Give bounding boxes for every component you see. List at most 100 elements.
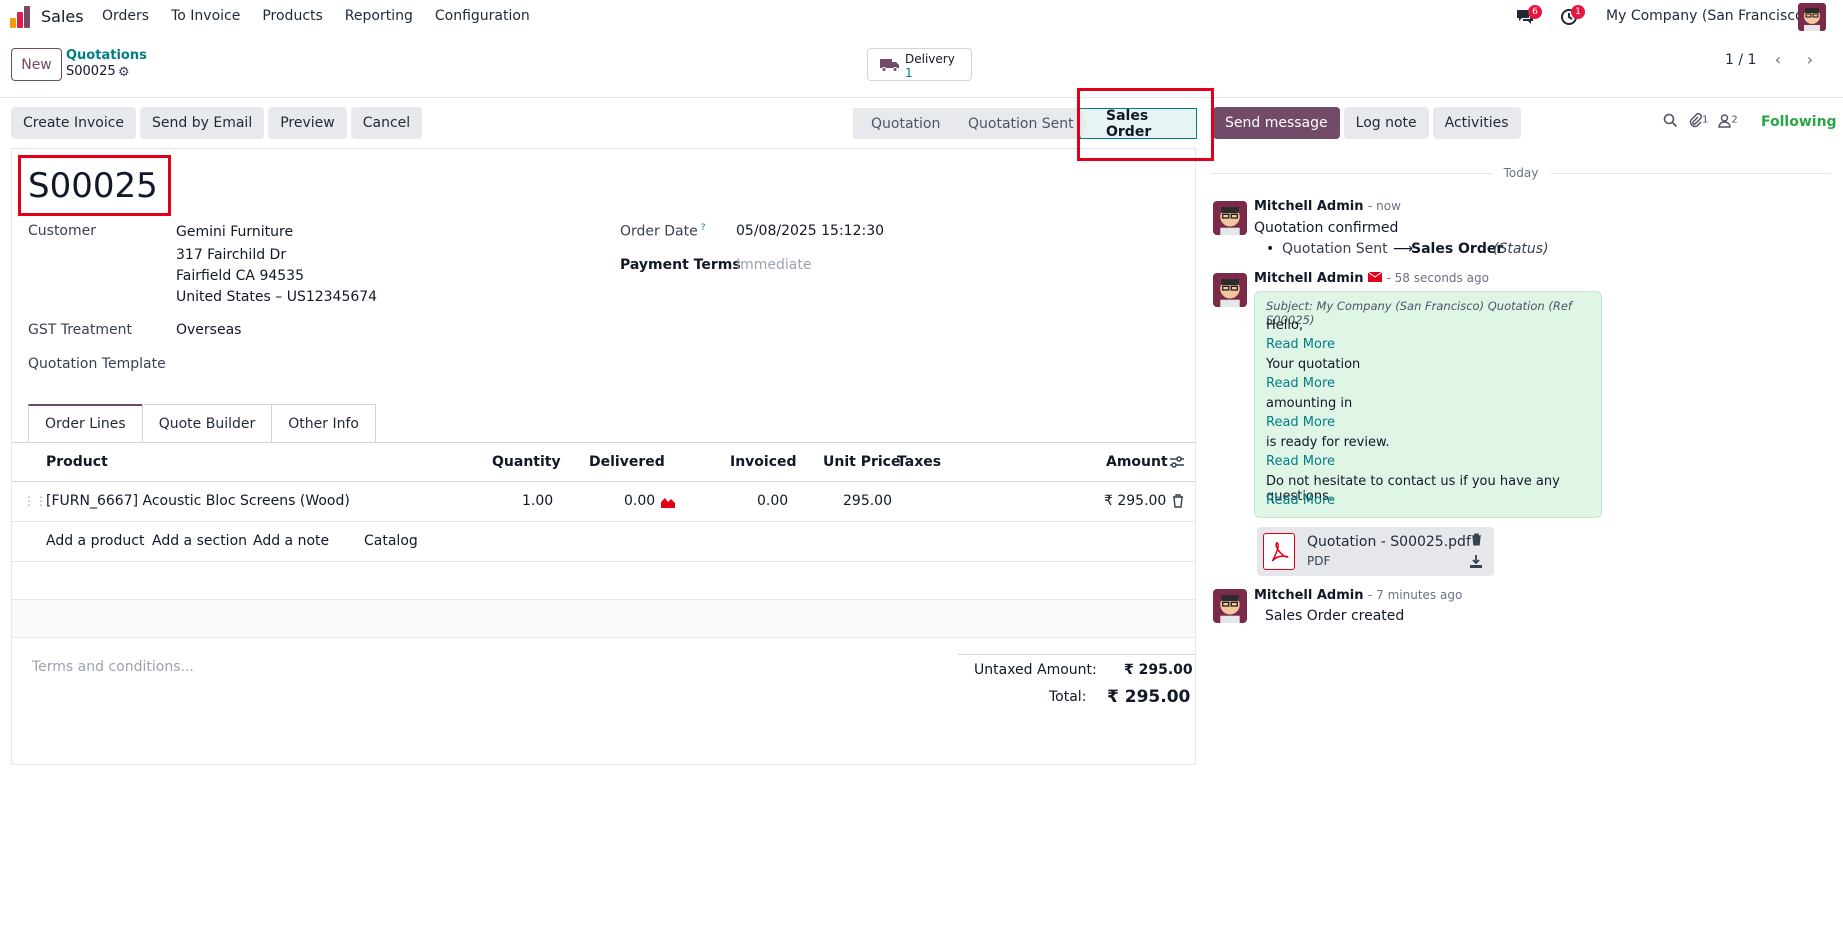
activity-badge: 1 bbox=[1571, 5, 1585, 19]
gear-icon[interactable]: ⚙ bbox=[118, 65, 130, 80]
menu-reporting[interactable]: Reporting bbox=[345, 8, 413, 24]
line-unit-price[interactable]: 295.00 bbox=[843, 493, 892, 509]
message-author-name: Mitchell Admin bbox=[1254, 271, 1364, 286]
message-time: - 58 seconds ago bbox=[1386, 271, 1489, 285]
cancel-button[interactable]: Cancel bbox=[350, 107, 423, 139]
line-invoiced[interactable]: 0.00 bbox=[757, 493, 788, 509]
email-subject: Subject: My Company (San Francisco) Quot… bbox=[1266, 299, 1572, 327]
col-invoiced[interactable]: Invoiced bbox=[730, 454, 797, 470]
table-row[interactable]: ⋮⋮ [FURN_6667] Acoustic Bloc Screens (Wo… bbox=[12, 482, 1195, 522]
activities-button[interactable]: Activities bbox=[1432, 107, 1521, 139]
breadcrumb-quotations[interactable]: Quotations bbox=[66, 48, 147, 63]
read-more-link[interactable]: Read More bbox=[1266, 454, 1335, 469]
col-delivered[interactable]: Delivered bbox=[589, 454, 665, 470]
chatter-icons: 1 2 bbox=[1663, 113, 1738, 132]
add-section-link[interactable]: Add a section bbox=[152, 533, 247, 549]
tracking-old-value: Quotation Sent bbox=[1282, 241, 1388, 257]
sales-app-logo-icon[interactable] bbox=[10, 6, 32, 28]
app-name[interactable]: Sales bbox=[41, 7, 84, 26]
message-author-name: Mitchell Admin bbox=[1254, 199, 1364, 214]
customer-address-line1: 317 Fairchild Dr bbox=[176, 247, 287, 263]
col-amount[interactable]: Amount bbox=[1106, 454, 1168, 470]
menu-products[interactable]: Products bbox=[262, 8, 322, 24]
delete-line-trash-icon[interactable] bbox=[1172, 494, 1184, 512]
top-navbar: Sales Orders To Invoice Products Reporti… bbox=[0, 0, 1843, 34]
col-unit-price[interactable]: Unit Price bbox=[823, 454, 900, 470]
message-author[interactable]: Mitchell Admin - now bbox=[1254, 199, 1401, 214]
status-quotation-sent[interactable]: Quotation Sent bbox=[950, 108, 1087, 139]
message-author[interactable]: Mitchell Admin - 58 seconds ago bbox=[1254, 271, 1489, 286]
payment-terms-field[interactable]: Immediate bbox=[736, 257, 811, 273]
create-invoice-button[interactable]: Create Invoice bbox=[11, 107, 137, 139]
menu-to-invoice[interactable]: To Invoice bbox=[171, 8, 240, 24]
message-author[interactable]: Mitchell Admin - 7 minutes ago bbox=[1254, 588, 1462, 603]
following-button[interactable]: Following bbox=[1761, 114, 1837, 130]
gst-treatment-field[interactable]: Overseas bbox=[176, 322, 241, 338]
form-sheet: S00025 Customer Gemini Furniture 317 Fai… bbox=[11, 148, 1196, 765]
status-quotation[interactable]: Quotation bbox=[853, 108, 957, 139]
status-quotation-label: Quotation bbox=[871, 115, 941, 132]
email-body-card: Subject: My Company (San Francisco) Quot… bbox=[1254, 291, 1602, 518]
highlight-box-status bbox=[1077, 88, 1214, 161]
log-note-button[interactable]: Log note bbox=[1343, 107, 1429, 139]
tab-order-lines[interactable]: Order Lines bbox=[28, 404, 143, 442]
terms-conditions-field[interactable]: Terms and conditions... bbox=[32, 659, 194, 675]
read-more-link[interactable]: Read More bbox=[1266, 376, 1335, 391]
delivery-smart-button[interactable]: Delivery 1 bbox=[867, 48, 972, 81]
order-date-field[interactable]: 05/08/2025 15:12:30 bbox=[736, 223, 884, 239]
add-line-row: Add a product Add a section Add a note C… bbox=[12, 522, 1195, 562]
customer-link[interactable]: Gemini Furniture bbox=[176, 224, 293, 240]
delivery-label: Delivery bbox=[905, 52, 955, 66]
empty-row bbox=[12, 562, 1195, 600]
delivery-count: 1 bbox=[905, 66, 913, 80]
followers-user-icon[interactable]: 2 bbox=[1718, 113, 1738, 132]
column-settings-icon[interactable] bbox=[1169, 455, 1185, 473]
message-text: Sales Order created bbox=[1265, 608, 1405, 624]
read-more-link[interactable]: Read More bbox=[1266, 415, 1335, 430]
pager-value[interactable]: 1 / 1 bbox=[1725, 52, 1756, 68]
menu-orders[interactable]: Orders bbox=[102, 8, 149, 24]
main-menu: Orders To Invoice Products Reporting Con… bbox=[102, 8, 552, 24]
empty-row bbox=[12, 600, 1195, 638]
email-line: Your quotation bbox=[1266, 357, 1361, 372]
catalog-link[interactable]: Catalog bbox=[364, 533, 418, 549]
send-by-email-button[interactable]: Send by Email bbox=[140, 107, 265, 139]
order-date-help-icon[interactable]: ? bbox=[701, 223, 706, 233]
preview-button[interactable]: Preview bbox=[268, 107, 347, 139]
search-icon[interactable] bbox=[1663, 113, 1678, 132]
drag-handle-icon[interactable]: ⋮⋮ bbox=[23, 494, 47, 508]
read-more-link[interactable]: Read More bbox=[1266, 337, 1335, 352]
col-product[interactable]: Product bbox=[46, 454, 108, 470]
pager-previous-icon[interactable]: ‹ bbox=[1767, 50, 1789, 72]
read-more-link[interactable]: Read More bbox=[1266, 493, 1335, 508]
col-quantity[interactable]: Quantity bbox=[492, 454, 561, 470]
col-taxes[interactable]: Taxes bbox=[897, 454, 941, 470]
notebook-tabs: Order Lines Quote Builder Other Info bbox=[28, 404, 376, 442]
avatar[interactable] bbox=[1213, 589, 1247, 623]
pager-next-icon[interactable]: › bbox=[1799, 50, 1821, 72]
add-note-link[interactable]: Add a note bbox=[253, 533, 329, 549]
company-switcher[interactable]: My Company (San Francisco) bbox=[1606, 8, 1809, 24]
send-message-button[interactable]: Send message bbox=[1213, 107, 1340, 139]
forecast-graph-icon[interactable] bbox=[661, 496, 677, 512]
menu-configuration[interactable]: Configuration bbox=[435, 8, 530, 24]
avatar[interactable] bbox=[1213, 201, 1247, 235]
tracking-field: (Status) bbox=[1493, 241, 1549, 257]
attachment-card[interactable]: Quotation - S00025.pdf PDF bbox=[1257, 527, 1494, 576]
attachment-paperclip-icon[interactable]: 1 bbox=[1688, 113, 1708, 132]
new-button[interactable]: New bbox=[11, 48, 62, 81]
total-value: ₹ 295.00 bbox=[1107, 687, 1191, 707]
user-avatar[interactable] bbox=[1798, 3, 1826, 31]
line-product[interactable]: [FURN_6667] Acoustic Bloc Screens (Wood) bbox=[46, 493, 350, 509]
attachment-download-icon[interactable] bbox=[1470, 555, 1482, 572]
attachment-delete-trash-icon[interactable] bbox=[1471, 533, 1482, 550]
avatar[interactable] bbox=[1213, 273, 1247, 307]
tab-quote-builder[interactable]: Quote Builder bbox=[141, 404, 273, 442]
totals-divider bbox=[958, 654, 1195, 655]
line-delivered[interactable]: 0.00 bbox=[624, 493, 655, 509]
line-quantity[interactable]: 1.00 bbox=[522, 493, 553, 509]
email-line: is ready for review. bbox=[1266, 435, 1390, 450]
add-product-link[interactable]: Add a product bbox=[46, 533, 144, 549]
tab-other-info[interactable]: Other Info bbox=[271, 404, 376, 442]
truck-icon bbox=[880, 59, 899, 72]
